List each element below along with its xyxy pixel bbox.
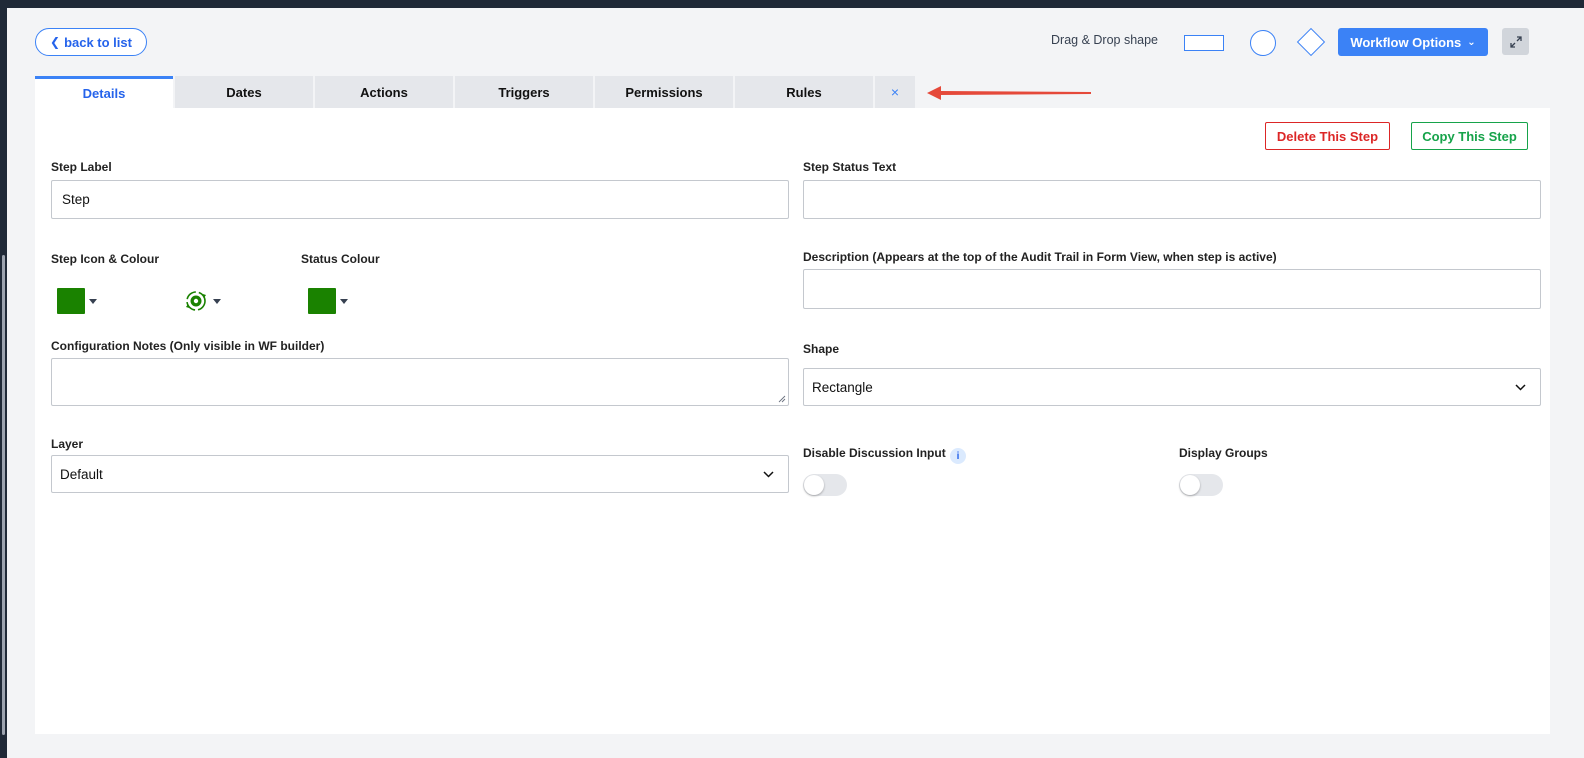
step-icon-picker[interactable] <box>185 290 221 312</box>
close-tab-icon[interactable]: × <box>875 76 915 108</box>
disable-discussion-toggle[interactable] <box>803 474 847 496</box>
caret-down-icon <box>340 298 348 304</box>
workflow-step-editor: ❮ back to list Drag & Drop shape Workflo… <box>7 8 1584 758</box>
back-to-list-button[interactable]: ❮ back to list <box>35 28 147 56</box>
step-label-value: Step <box>62 192 90 207</box>
tab-bar: Details Dates Actions Triggers Permissio… <box>35 76 917 108</box>
layer-select[interactable]: Default <box>51 455 789 493</box>
status-colour-swatch <box>308 288 336 314</box>
chevron-down-icon <box>763 470 774 478</box>
copy-step-button[interactable]: Copy This Step <box>1411 122 1528 150</box>
disable-discussion-label: Disable Discussion Input <box>803 446 946 460</box>
chevron-down-icon <box>1515 383 1526 391</box>
workflow-options-button[interactable]: Workflow Options ⌄ <box>1338 28 1488 56</box>
workflow-options-label: Workflow Options <box>1350 34 1462 50</box>
back-to-list-label: back to list <box>64 34 132 50</box>
caret-down-icon <box>213 298 221 304</box>
step-icon-colour-label: Step Icon & Colour <box>51 252 159 266</box>
details-panel: Delete This Step Copy This Step Step Lab… <box>35 108 1550 734</box>
tab-rules[interactable]: Rules <box>735 76 873 108</box>
shape-label: Shape <box>803 342 840 356</box>
gear-refresh-icon <box>186 291 206 311</box>
caret-down-icon <box>89 298 97 304</box>
shape-select[interactable]: Rectangle <box>803 368 1541 406</box>
display-groups-toggle[interactable] <box>1179 474 1223 496</box>
tab-details[interactable]: Details <box>35 76 173 108</box>
tab-permissions[interactable]: Permissions <box>595 76 733 108</box>
expand-button[interactable] <box>1502 28 1529 55</box>
tab-actions[interactable]: Actions <box>315 76 453 108</box>
layer-select-value: Default <box>60 466 103 482</box>
diamond-shape-icon[interactable] <box>1296 27 1326 57</box>
step-label-input[interactable]: Step <box>51 180 789 219</box>
display-groups-label: Display Groups <box>1179 446 1268 460</box>
tab-triggers[interactable]: Triggers <box>455 76 593 108</box>
chevron-left-icon: ❮ <box>50 35 61 49</box>
status-colour-label: Status Colour <box>301 252 380 266</box>
expand-icon <box>1509 35 1522 48</box>
status-colour-picker[interactable] <box>308 288 348 314</box>
toggle-knob <box>1180 475 1200 495</box>
config-notes-textarea[interactable] <box>51 358 789 406</box>
rectangle-shape-icon[interactable] <box>1184 35 1224 51</box>
annotation-arrow-icon <box>927 86 1091 100</box>
step-label-label: Step Label <box>51 160 112 174</box>
tab-dates[interactable]: Dates <box>175 76 313 108</box>
step-colour-swatch <box>57 288 85 314</box>
step-status-text-input[interactable] <box>803 180 1541 219</box>
description-label: Description (Appears at the top of the A… <box>803 250 1277 264</box>
chevron-down-icon: ⌄ <box>1467 36 1476 48</box>
scrollbar-track[interactable] <box>0 0 7 758</box>
step-colour-picker[interactable] <box>57 288 97 314</box>
info-icon[interactable]: i <box>950 448 966 464</box>
resize-grip-icon[interactable] <box>778 395 786 403</box>
config-notes-label: Configuration Notes (Only visible in WF … <box>51 339 325 353</box>
scrollbar-thumb[interactable] <box>2 255 5 735</box>
delete-step-button[interactable]: Delete This Step <box>1265 122 1390 150</box>
step-status-text-label: Step Status Text <box>803 160 897 174</box>
shape-select-value: Rectangle <box>812 379 873 395</box>
circle-shape-icon[interactable] <box>1250 30 1276 56</box>
drag-drop-shape-label: Drag & Drop shape <box>1051 33 1159 47</box>
description-input[interactable] <box>803 269 1541 309</box>
layer-label: Layer <box>51 437 84 451</box>
toggle-knob <box>804 475 824 495</box>
